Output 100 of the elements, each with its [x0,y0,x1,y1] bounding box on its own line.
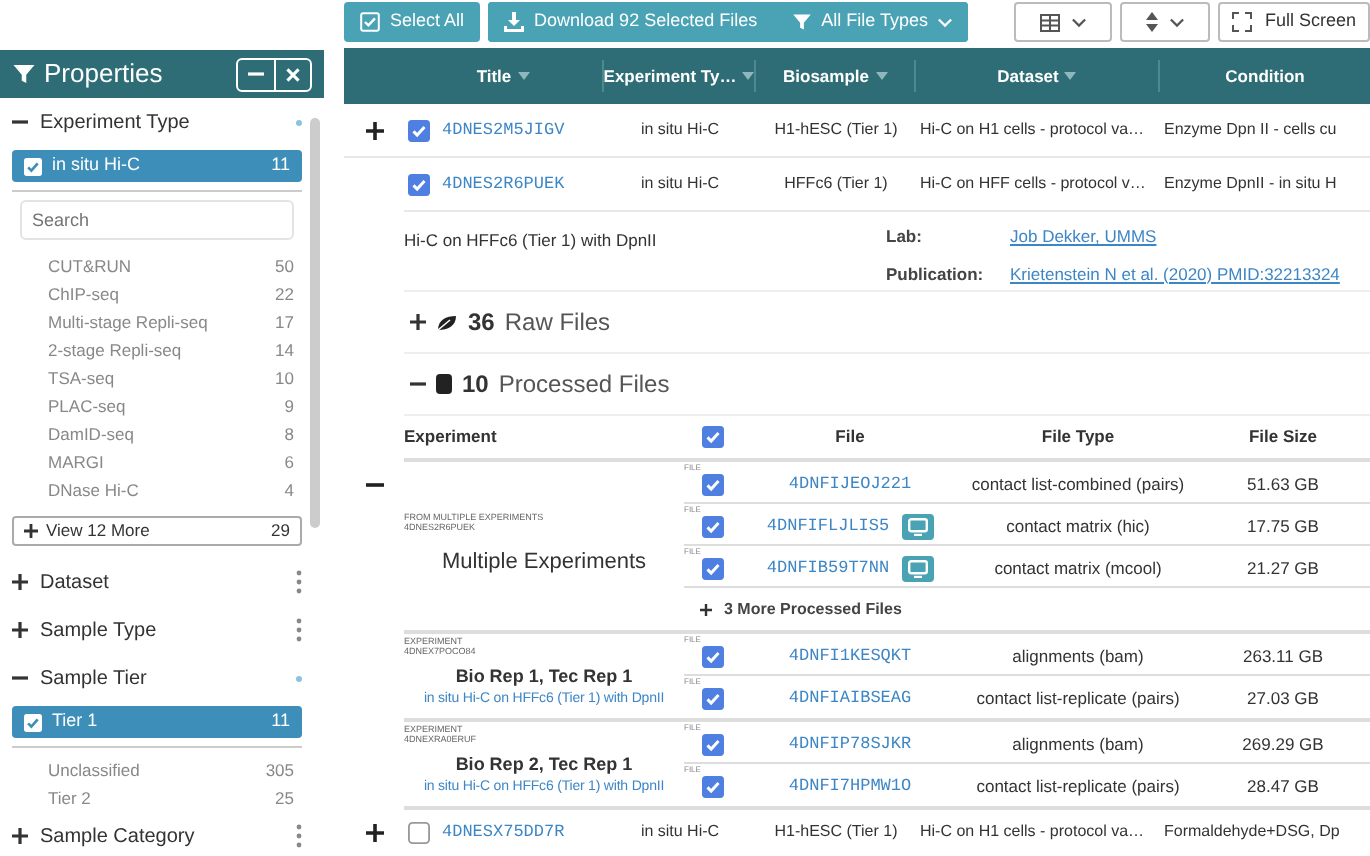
table-cell-text: Enzyme DpnII - in situ H [1162,172,1339,196]
experiment-title: Bio Rep 1, Tec Rep 1 [453,663,635,690]
filter-icon [791,12,812,32]
facet-term[interactable]: 2-stage Repli-seq 14 [12,336,302,364]
file-link[interactable]: 4DNFI7HPMW1O [788,773,912,799]
caret-icon [937,17,952,27]
column-header[interactable]: Biosample [756,60,916,92]
table-cell-text: HFFc6 (Tier 1) [782,172,890,196]
section-title[interactable]: Processed Files [498,366,670,402]
facet-term[interactable]: DamID-seq 8 [12,420,302,448]
caret-icon [742,72,754,80]
file-link[interactable]: 4DNFIB59T7NN [766,555,890,581]
file-count: 10 [462,368,489,402]
more-files-button[interactable]: 3 More Processed Files [684,588,914,630]
facet-term[interactable]: ChIP-seq 22 [12,280,302,308]
filter-icon [12,62,36,86]
close-icon [286,67,300,81]
facet-term[interactable]: Unclassified 305 [12,756,302,784]
visualize-button[interactable] [901,555,934,581]
facet-title: Sample Tier [40,665,149,693]
caret-icon [1064,72,1077,80]
column-header: File [833,424,867,450]
facet-title: Experiment Type [40,109,192,137]
table-cell-text: H1-hESC (Tier 1) [772,820,900,844]
experiment-set-link[interactable]: 4DNES2M5JIGV [442,117,565,143]
facet-term-selected[interactable]: in situ Hi-C 11 [12,150,302,182]
table-cell-text: H1-hESC (Tier 1) [772,118,900,142]
experiment-title: Bio Rep 2, Tec Rep 1 [453,751,635,778]
facet-header[interactable]: Dataset [12,558,302,606]
facet-header[interactable]: Experiment Type [12,98,302,146]
table-cell-text: 21.27 GB [1245,555,1321,581]
checkbox-icon [360,12,380,32]
facet-header[interactable]: Sample Type [12,606,302,654]
table-cell-text: 17.75 GB [1245,513,1321,539]
table-cell-text: contact list-replicate (pairs) [974,773,1182,799]
table-cell-text: Formaldehyde+DSG, Dp [1162,820,1342,844]
table-cell-text: contact matrix (mcool) [992,555,1164,581]
table-cell-text: 263.11 GB [1240,643,1325,669]
table-cell-text: alignments (bam) [1010,731,1146,757]
dot-icon [296,675,302,681]
minus-icon[interactable] [410,376,426,392]
minus-icon [248,66,264,82]
download-icon [504,12,525,32]
scrollbar-thumb[interactable] [310,118,320,528]
facet-term[interactable]: DNase Hi-C 4 [12,476,302,504]
facet-term[interactable]: TSA-seq 10 [12,364,302,392]
facet-term-selected[interactable]: Tier 1 11 [12,706,302,738]
view-more-button[interactable]: View 12 More 29 [12,516,302,546]
description-text: Hi-C on HFFc6 (Tier 1) with DpnII [404,228,659,254]
more-vertical-icon [296,824,302,848]
search-field[interactable]: Search [20,200,294,240]
table-cell-text: 28.47 GB [1245,773,1321,799]
facet-term[interactable]: CUT&RUN 50 [12,252,302,280]
column-header: Experiment [404,424,499,450]
field-link[interactable]: Krietenstein N et al. (2020) PMID:32213324 [1010,261,1340,290]
column-header[interactable]: Experiment Ty… [604,60,756,92]
file-link[interactable]: 4DNFIJEOJ221 [788,471,912,497]
column-header[interactable]: Dataset [916,60,1160,92]
facet-term[interactable]: Multi-stage Repli-seq 17 [12,308,302,336]
facet-term[interactable]: Tier 2 25 [12,784,302,812]
file-link[interactable]: 4DNFIAIBSEAG [788,685,912,711]
facet-term[interactable]: PLAC-seq 9 [12,392,302,420]
field-link[interactable]: Job Dekker, UMMS [1010,224,1340,253]
expand-icon[interactable] [365,121,383,139]
table-cell-text: Enzyme Dpn II - cells cu [1162,118,1339,142]
expand-icon[interactable] [365,823,383,841]
experiment-title: Multiple Experiments [439,547,649,578]
column-header[interactable]: Condition [1160,60,1370,92]
facet-title: Dataset [40,569,111,597]
fullscreen-button[interactable]: Full Screen [1218,2,1370,42]
experiment-set-link[interactable]: 4DNES2R6PUEK [442,171,565,197]
sort-icon [1146,12,1159,32]
dot-icon [296,119,302,125]
table-icon [1040,13,1061,31]
table-cell-text: 27.03 GB [1245,685,1321,711]
field-label: Publication: [886,261,986,287]
facet-header[interactable]: Sample Category [12,812,302,856]
monitor-icon [907,517,928,535]
facet-term[interactable]: MARGI 6 [12,448,302,476]
facet-header[interactable]: Sample Tier [12,654,302,702]
caret-icon [1072,17,1087,27]
plus-icon [24,524,38,538]
file-link[interactable]: 4DNFIFLJLIS5 [766,513,890,539]
table-cell-text: Hi-C on H1 cells - protocol va… [918,118,1147,142]
table-cell-text: in situ Hi-C [638,820,722,844]
section-title[interactable]: Raw Files [504,304,611,340]
file-link[interactable]: 4DNFI1KESQKT [788,643,912,669]
column-header[interactable]: Title [404,60,604,92]
cylinder-icon [436,374,452,394]
experiment-set-link[interactable]: 4DNESX75DD7R [442,819,565,845]
select-all-button[interactable]: Select All [344,2,481,42]
file-link[interactable]: 4DNFIP78SJKR [788,731,912,757]
table-cell-text: Hi-C on HFF cells - protocol v… [918,172,1148,196]
caret-icon [1170,17,1185,27]
visualize-button[interactable] [901,513,934,539]
field-label: Lab: [886,224,924,250]
columns-button[interactable] [1014,2,1113,42]
sort-button[interactable] [1120,2,1211,42]
checkbox-checked-icon [24,157,42,175]
plus-icon[interactable] [410,314,426,330]
